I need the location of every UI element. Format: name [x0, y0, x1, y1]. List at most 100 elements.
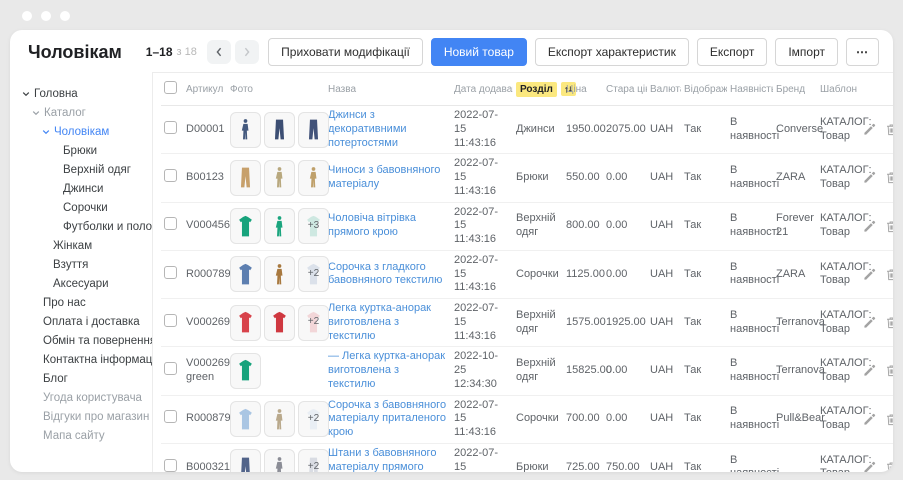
product-photo[interactable]: [264, 112, 295, 148]
chevron-down-icon: [32, 109, 40, 117]
product-name-link[interactable]: Чоловіча вітрівка прямого крою: [328, 212, 416, 238]
more-actions-button[interactable]: ⋯: [846, 38, 879, 66]
product-photo[interactable]: [264, 401, 295, 437]
select-all-checkbox[interactable]: [164, 81, 177, 94]
sidebar-item[interactable]: Чоловікам: [10, 122, 152, 141]
sidebar-item[interactable]: Мапа сайту: [10, 426, 152, 445]
delete-button[interactable]: [885, 220, 893, 233]
product-name-link[interactable]: Чиноси з бавовняного матеріалу: [328, 164, 440, 190]
column-header-availability[interactable]: Наявність: [727, 73, 773, 106]
column-header-old_price[interactable]: Стара ціна: [603, 73, 647, 106]
delete-button[interactable]: [885, 461, 893, 472]
row-checkbox[interactable]: [164, 266, 177, 279]
sidebar-item[interactable]: Оплата і доставка: [10, 312, 152, 331]
import-button[interactable]: Імпорт: [775, 38, 838, 66]
column-header-label: Фото: [230, 84, 253, 95]
product-name-link[interactable]: Штани з бавовняного матеріалу прямого кр…: [328, 447, 436, 472]
product-name-link[interactable]: Легка куртка-анорак виготовлена з тексти…: [328, 302, 431, 342]
edit-button[interactable]: [863, 220, 876, 233]
row-checkbox[interactable]: [164, 459, 177, 472]
product-photo[interactable]: [230, 401, 261, 437]
sidebar-item[interactable]: Каталог: [10, 103, 152, 122]
more-photos-badge[interactable]: +3: [298, 208, 329, 244]
more-photos-badge[interactable]: +2: [298, 401, 329, 437]
product-photo[interactable]: [264, 256, 295, 292]
sidebar-item[interactable]: Верхній одяг: [10, 160, 152, 179]
delete-button[interactable]: [885, 413, 893, 426]
delete-button[interactable]: [885, 171, 893, 184]
row-checkbox[interactable]: [164, 121, 177, 134]
sidebar-item[interactable]: Жінкам: [10, 236, 152, 255]
more-photos-badge[interactable]: +2: [298, 449, 329, 472]
delete-button[interactable]: [885, 268, 893, 281]
column-header-section[interactable]: Розділ: [513, 73, 563, 106]
pagination-next-button[interactable]: [235, 40, 259, 64]
sidebar-item[interactable]: Футболки и поло: [10, 217, 152, 236]
more-photos-badge[interactable]: +2: [298, 305, 329, 341]
row-checkbox[interactable]: [164, 169, 177, 182]
edit-button[interactable]: [863, 123, 876, 136]
product-photo[interactable]: [230, 449, 261, 472]
product-photo[interactable]: [264, 305, 295, 341]
sidebar-item[interactable]: Обмін та повернення: [10, 331, 152, 350]
delete-button[interactable]: [885, 316, 893, 329]
product-name-link[interactable]: Сорочка з гладкого бавовняного текстилю: [328, 261, 442, 287]
window-minimize-button[interactable]: [41, 11, 51, 21]
sidebar-item[interactable]: Відгуки про магазин: [10, 407, 152, 426]
product-name-link[interactable]: Джинси з декоративними потертостями: [328, 109, 407, 149]
row-checkbox[interactable]: [164, 362, 177, 375]
product-photo[interactable]: [230, 305, 261, 341]
product-photo[interactable]: [264, 160, 295, 196]
pagination-prev-button[interactable]: [207, 40, 231, 64]
row-checkbox[interactable]: [164, 314, 177, 327]
sidebar-item[interactable]: Про нас: [10, 293, 152, 312]
column-header-brand[interactable]: Бренд: [773, 73, 817, 106]
sidebar-item[interactable]: Контактна інформація: [10, 350, 152, 369]
sidebar-item[interactable]: Сорочки: [10, 198, 152, 217]
column-header-photos[interactable]: Фото: [227, 73, 325, 106]
row-checkbox[interactable]: [164, 410, 177, 423]
window-close-button[interactable]: [22, 11, 32, 21]
column-header-price[interactable]: Ціна: [563, 73, 603, 106]
sidebar-item[interactable]: Аксесуари: [10, 274, 152, 293]
hide-modifications-button[interactable]: Приховати модифікації: [268, 38, 423, 66]
column-header-date[interactable]: Дата додавання: [451, 73, 513, 106]
product-photo[interactable]: [230, 353, 261, 389]
column-header-sku[interactable]: Артикул: [183, 73, 227, 106]
product-photo[interactable]: [298, 160, 329, 196]
sidebar-item[interactable]: Блог: [10, 369, 152, 388]
edit-button[interactable]: [863, 413, 876, 426]
product-photo[interactable]: [264, 449, 295, 472]
edit-button[interactable]: [863, 461, 876, 472]
product-photo[interactable]: [264, 208, 295, 244]
product-photo[interactable]: [230, 160, 261, 196]
product-photo[interactable]: [298, 112, 329, 148]
more-photos-badge[interactable]: +2: [298, 256, 329, 292]
product-photo[interactable]: [230, 256, 261, 292]
sidebar-item[interactable]: Джинси: [10, 179, 152, 198]
product-photo[interactable]: [230, 112, 261, 148]
sidebar-item[interactable]: Взуття: [10, 255, 152, 274]
edit-button[interactable]: [863, 364, 876, 377]
export-button[interactable]: Експорт: [697, 38, 767, 66]
edit-button[interactable]: [863, 171, 876, 184]
sidebar-item[interactable]: Головна: [10, 84, 152, 103]
delete-button[interactable]: [885, 364, 893, 377]
new-product-button[interactable]: Новий товар: [431, 38, 527, 66]
product-name-link[interactable]: — Легка куртка-анорак виготовлена з текс…: [328, 350, 445, 390]
sidebar-item[interactable]: Угода користувача: [10, 388, 152, 407]
row-checkbox[interactable]: [164, 217, 177, 230]
export-characteristics-button[interactable]: Експорт характеристик: [535, 38, 689, 66]
window-zoom-button[interactable]: [60, 11, 70, 21]
column-header-currency[interactable]: Валюта: [647, 73, 681, 106]
edit-button[interactable]: [863, 316, 876, 329]
sidebar-item-label: Головна: [34, 88, 78, 100]
column-header-display[interactable]: Відображати: [681, 73, 727, 106]
delete-button[interactable]: [885, 123, 893, 136]
column-header-template[interactable]: Шаблон: [817, 73, 869, 106]
product-photo[interactable]: [230, 208, 261, 244]
edit-button[interactable]: [863, 268, 876, 281]
column-header-name[interactable]: Назва: [325, 73, 451, 106]
product-name-link[interactable]: Сорочка з бавовняного матеріалу притален…: [328, 399, 446, 439]
sidebar-item[interactable]: Брюки: [10, 141, 152, 160]
